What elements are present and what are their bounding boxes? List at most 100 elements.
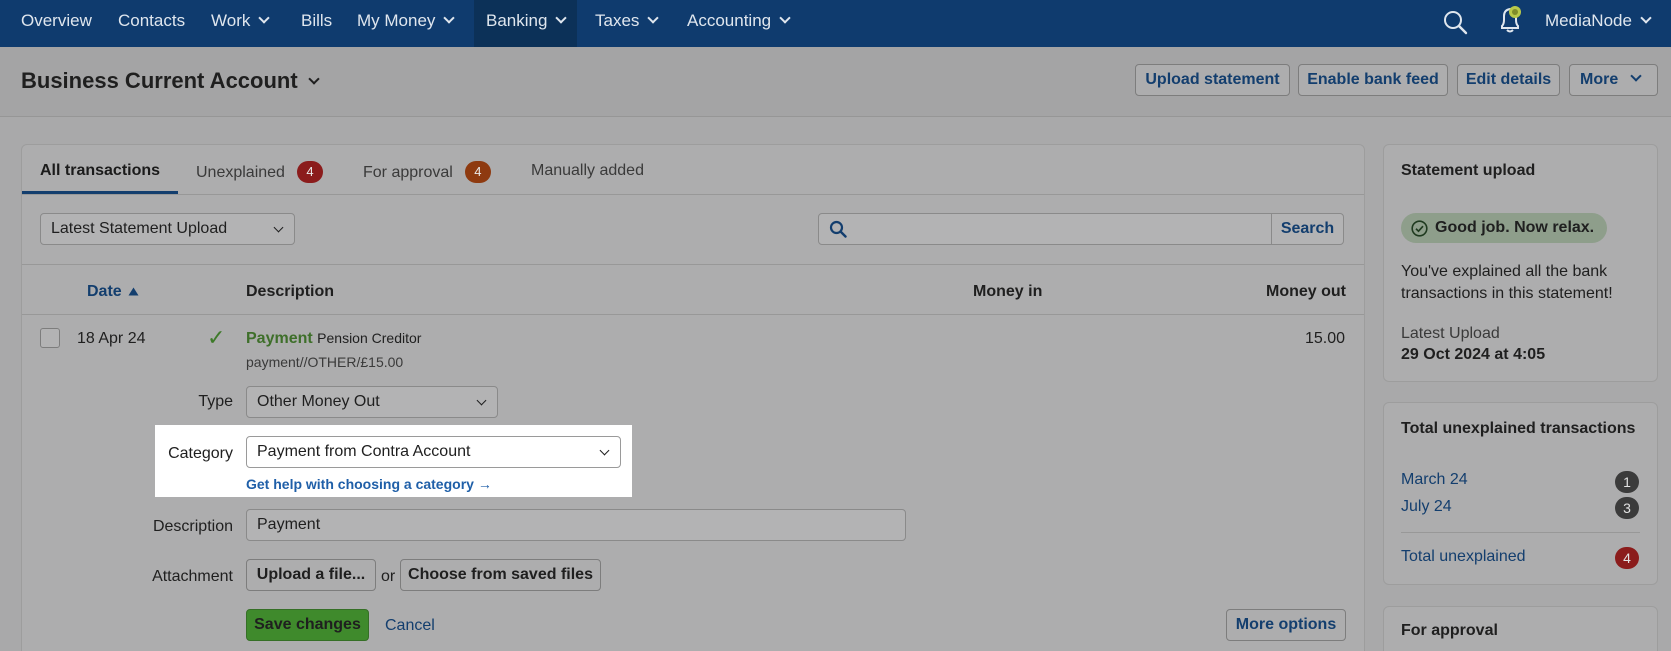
upload-statement-button[interactable]: Upload statement [1135, 64, 1290, 96]
date-header-label: Date [87, 283, 122, 300]
chevron-down-icon [599, 445, 610, 456]
page-title: Business Current Account [21, 68, 298, 93]
tab-unexplained[interactable]: Unexplained 4 [196, 161, 323, 184]
divider [1401, 532, 1640, 533]
or-text: or [381, 568, 396, 585]
chevron-down-icon [476, 395, 487, 406]
enable-bank-feed-button[interactable]: Enable bank feed [1298, 64, 1448, 96]
more-options-button[interactable]: More options [1226, 609, 1346, 641]
count-badge: 3 [1615, 497, 1639, 519]
upload-file-button[interactable]: Upload a file... [246, 559, 376, 591]
unexplained-title: Total unexplained transactions [1401, 420, 1636, 437]
nav-item-taxes[interactable]: Taxes [595, 0, 660, 47]
search-button[interactable]: Search [1271, 214, 1343, 244]
total-unexplained-link[interactable]: Total unexplained [1401, 548, 1526, 566]
chevron-down-icon [779, 12, 791, 24]
statement-upload-card: Statement upload Good job. Now relax. Yo… [1383, 144, 1658, 382]
unexplained-month-march[interactable]: March 24 [1401, 471, 1468, 489]
edit-details-button[interactable]: Edit details [1457, 64, 1560, 96]
chevron-down-icon [258, 12, 271, 24]
row-checkbox[interactable] [40, 328, 60, 348]
nav-item-bills[interactable]: Bills [301, 0, 332, 47]
description-label: Description [152, 518, 233, 535]
category-label: Category [168, 445, 233, 462]
category-help-link[interactable]: Get help with choosing a category → [246, 476, 492, 492]
chevron-down-icon [443, 12, 456, 24]
transaction-description: Payment Pension Creditor [246, 330, 421, 348]
transaction-date: 18 Apr 24 [77, 330, 146, 347]
table-header: Date Description Money in Money out [22, 265, 1364, 315]
latest-upload-label: Latest Upload [1401, 325, 1500, 342]
nav-item-banking[interactable]: Banking [474, 0, 578, 47]
type-label: Type [198, 393, 233, 410]
nav-item-work[interactable]: Work [211, 0, 271, 47]
cancel-link[interactable]: Cancel [385, 617, 435, 635]
bell-icon[interactable] [1494, 2, 1528, 41]
transaction-tabs: All transactions Unexplained 4 For approv… [22, 145, 1364, 195]
count-badge: 1 [1615, 471, 1639, 493]
category-select-value: Payment from Contra Account [257, 443, 471, 460]
nav-item-my-money[interactable]: My Money [357, 0, 456, 47]
search-box: Search [818, 213, 1344, 245]
status-badge: Good job. Now relax. [1401, 213, 1607, 243]
nav-item-contacts[interactable]: Contacts [118, 0, 185, 47]
sort-up-icon [128, 287, 139, 296]
check-circle-icon [1411, 220, 1428, 237]
nav-item-label: Taxes [595, 11, 640, 30]
transaction-type-word: Payment [246, 330, 313, 347]
tab-label: For approval [363, 164, 453, 181]
date-column-header[interactable]: Date [87, 283, 139, 301]
chevron-down-icon [555, 12, 568, 24]
statement-upload-title: Statement upload [1401, 162, 1536, 179]
for-approval-card: For approval [1383, 606, 1658, 651]
nav-item-label: Contacts [118, 11, 186, 30]
chevron-down-icon [1630, 70, 1642, 82]
chevron-down-icon [1640, 12, 1652, 24]
tab-manually-added[interactable]: Manually added [531, 162, 644, 180]
unexplained-card: Total unexplained transactions March 24 … [1383, 402, 1658, 585]
nav-item-overview[interactable]: Overview [21, 0, 92, 47]
more-button-label: More [1580, 71, 1619, 88]
total-count-badge: 4 [1615, 547, 1639, 569]
type-select-value: Other Money Out [257, 393, 380, 410]
statement-select[interactable]: Latest Statement Upload [40, 213, 295, 245]
nav-item-label: Banking [486, 11, 548, 30]
latest-upload-value: 29 Oct 2024 at 4:05 [1401, 346, 1546, 363]
account-name: MediaNode [1545, 11, 1632, 30]
approval-badge: 4 [464, 161, 491, 183]
unexplained-month-july[interactable]: July 24 [1401, 498, 1452, 516]
status-text: Good job. Now relax. [1435, 219, 1595, 236]
nav-item-label: Work [211, 11, 251, 30]
money-out-column-header: Money out [1266, 283, 1346, 300]
chevron-down-icon [273, 222, 284, 233]
more-button[interactable]: More [1569, 64, 1658, 96]
search-icon [829, 220, 847, 243]
tab-for-approval[interactable]: For approval 4 [363, 161, 491, 184]
explained-check-icon: ✓ [207, 325, 226, 350]
description-column-header: Description [246, 283, 335, 300]
category-select[interactable]: Payment from Contra Account [246, 436, 621, 468]
transaction-reference: payment//OTHER/£15.00 [246, 354, 404, 370]
transaction-money-out: 15.00 [1304, 330, 1345, 347]
nav-item-accounting[interactable]: Accounting [687, 0, 791, 47]
filter-bar: Latest Statement Upload Search [22, 195, 1364, 265]
type-select[interactable]: Other Money Out [246, 386, 498, 418]
page-header: Business Current Account Upload statemen… [0, 47, 1671, 117]
nav-item-label: My Money [357, 11, 436, 30]
active-tab-indicator [22, 191, 178, 194]
save-changes-button[interactable]: Save changes [246, 609, 369, 641]
nav-item-label: Accounting [687, 11, 772, 30]
search-icon[interactable] [1442, 9, 1468, 40]
nav-item-label: Bills [301, 11, 333, 30]
chevron-down-icon [308, 73, 320, 85]
tab-label: All transactions [40, 162, 161, 179]
account-selector[interactable]: Business Current Account [21, 68, 320, 94]
tab-all-transactions[interactable]: All transactions [40, 162, 160, 180]
unexplained-badge: 4 [296, 161, 323, 183]
choose-saved-files-button[interactable]: Choose from saved files [400, 559, 601, 591]
statement-message: You've explained all the bank transactio… [1401, 263, 1613, 302]
transaction-payee: Pension Creditor [317, 330, 422, 346]
attachment-label: Attachment [152, 568, 233, 585]
account-menu[interactable]: MediaNode [1545, 0, 1652, 47]
description-input[interactable]: Payment [246, 509, 906, 541]
